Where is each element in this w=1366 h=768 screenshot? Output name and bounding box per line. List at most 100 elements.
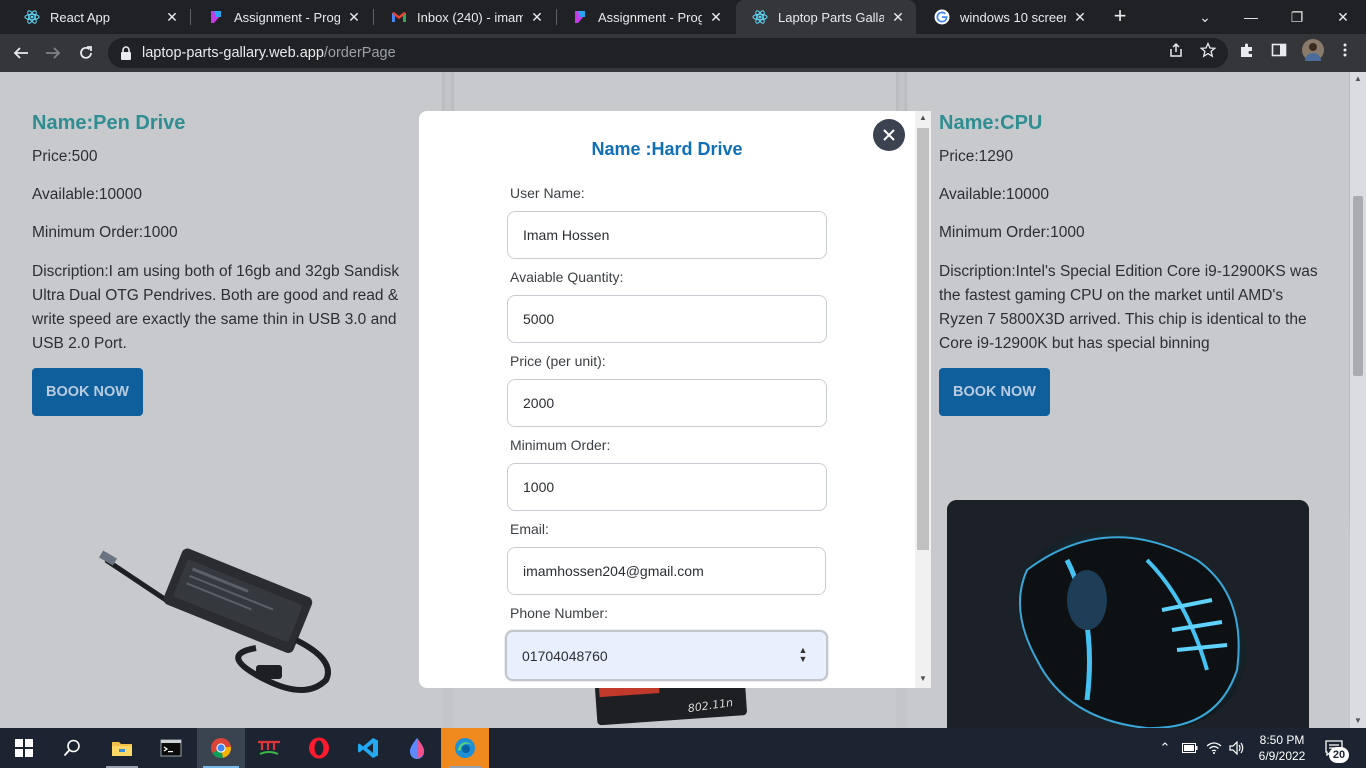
phone-label: Phone Number: bbox=[510, 605, 609, 621]
browser-toolbar: laptop-parts-gallary.web.app/orderPage bbox=[0, 34, 1366, 72]
tab-assignment-1[interactable]: Assignment - Program ✕ bbox=[192, 0, 372, 34]
tab-laptop-parts-gallary[interactable]: Laptop Parts Gallary ✕ bbox=[736, 0, 916, 34]
minimum-order-input[interactable]: 1000 bbox=[507, 463, 827, 511]
book-now-button[interactable]: BOOK NOW bbox=[939, 368, 1050, 416]
file-explorer-button[interactable] bbox=[98, 728, 146, 768]
scrollbar-thumb[interactable] bbox=[1353, 196, 1363, 376]
user-name-input[interactable]: Imam Hossen bbox=[507, 211, 827, 259]
taskbar-clock[interactable]: 8:50 PM 6/9/2022 bbox=[1250, 732, 1314, 764]
volume-icon[interactable] bbox=[1227, 728, 1247, 768]
tab-close-icon[interactable]: ✕ bbox=[890, 9, 906, 26]
search-icon bbox=[63, 739, 80, 757]
product-price: Price:500 bbox=[32, 148, 98, 165]
charger-image bbox=[99, 548, 331, 693]
share-icon[interactable] bbox=[1167, 41, 1185, 59]
clock-time: 8:50 PM bbox=[1259, 733, 1305, 747]
modal-close-button[interactable] bbox=[873, 119, 905, 151]
bookmark-star-icon[interactable] bbox=[1199, 41, 1217, 59]
modal-scrollbar-thumb[interactable] bbox=[917, 128, 929, 550]
react-icon bbox=[24, 9, 40, 25]
tab-title: windows 10 screensho bbox=[960, 9, 1066, 25]
tab-inbox[interactable]: Inbox (240) - imamho ✕ bbox=[375, 0, 555, 34]
edge-button[interactable] bbox=[441, 728, 489, 768]
product-price: Price:1290 bbox=[939, 148, 1014, 165]
minimize-button[interactable]: — bbox=[1228, 0, 1274, 34]
vscode-button[interactable] bbox=[344, 728, 392, 768]
reload-button[interactable] bbox=[73, 40, 99, 66]
user-name-label: User Name: bbox=[510, 185, 585, 201]
product-description: Discription:Intel's Special Edition Core… bbox=[939, 263, 1318, 352]
product-name: Name:Pen Drive bbox=[32, 112, 186, 134]
tab-assignment-2[interactable]: Assignment - Program ✕ bbox=[556, 0, 734, 34]
bijoy-keyboard-icon bbox=[258, 740, 280, 755]
tab-windows-screenshot[interactable]: windows 10 screensho ✕ bbox=[918, 0, 1098, 34]
close-icon bbox=[883, 129, 895, 141]
tab-close-icon[interactable]: ✕ bbox=[1072, 9, 1088, 26]
scroll-down-arrow-icon[interactable]: ▼ bbox=[915, 672, 931, 686]
phone-input[interactable]: 01704048760 ▲ ▼ bbox=[505, 630, 828, 681]
search-button[interactable] bbox=[48, 728, 96, 768]
page-scrollbar[interactable]: ▲ ▼ bbox=[1350, 72, 1366, 728]
bijoy-button[interactable] bbox=[245, 728, 293, 768]
clock-date: 6/9/2022 bbox=[1258, 749, 1306, 763]
phone-value: 01704048760 bbox=[522, 647, 608, 664]
quantity-input[interactable]: 5000 bbox=[507, 295, 827, 343]
product-min-order: Minimum Order:1000 bbox=[32, 224, 178, 241]
notification-count-badge: 20 bbox=[1329, 747, 1349, 763]
number-spinner-icon[interactable]: ▲ ▼ bbox=[798, 646, 808, 664]
terminal-button[interactable] bbox=[147, 728, 195, 768]
battery-icon[interactable] bbox=[1180, 728, 1200, 768]
opera-icon bbox=[309, 737, 329, 759]
product-card-charger bbox=[0, 460, 442, 728]
lock-icon bbox=[120, 46, 134, 60]
gmail-icon bbox=[391, 9, 407, 25]
new-tab-button[interactable]: + bbox=[1108, 4, 1132, 28]
scroll-down-arrow-icon[interactable]: ▼ bbox=[1350, 714, 1366, 728]
email-input[interactable]: imamhossen204@gmail.com bbox=[507, 547, 826, 595]
price-input[interactable]: 2000 bbox=[507, 379, 827, 427]
chrome-icon bbox=[211, 738, 232, 759]
product-available: Available:10000 bbox=[32, 186, 143, 203]
book-now-button[interactable]: BOOK NOW bbox=[32, 368, 143, 416]
restore-button[interactable]: ❐ bbox=[1274, 0, 1320, 34]
url-path: /orderPage bbox=[323, 45, 396, 61]
product-min-order: Minimum Order:1000 bbox=[939, 224, 1085, 241]
modal-scrollbar[interactable]: ▲ ▼ bbox=[915, 111, 931, 688]
browser-tab-strip: React App ✕ Assignment - Program ✕ Inbox… bbox=[0, 0, 1366, 34]
tab-react-app[interactable]: React App ✕ bbox=[8, 0, 190, 34]
paint-drop-icon bbox=[409, 738, 425, 759]
tab-title: Laptop Parts Gallary bbox=[778, 9, 884, 25]
close-window-button[interactable]: ✕ bbox=[1320, 0, 1366, 34]
windows-taskbar: ⌃ 8:50 PM 6/9/2022 20 bbox=[0, 728, 1366, 768]
opera-button[interactable] bbox=[295, 728, 343, 768]
tab-title: Assignment - Program bbox=[234, 9, 340, 25]
quantity-label: Avaiable Quantity: bbox=[510, 269, 624, 285]
terminal-icon bbox=[160, 739, 182, 757]
tray-overflow-chevron-icon[interactable]: ⌃ bbox=[1156, 728, 1174, 768]
tab-title: Inbox (240) - imamho bbox=[417, 9, 523, 25]
extensions-icon[interactable] bbox=[1238, 41, 1256, 59]
address-bar[interactable]: laptop-parts-gallary.web.app/orderPage bbox=[108, 38, 1228, 68]
scroll-up-arrow-icon[interactable]: ▲ bbox=[915, 111, 931, 125]
more-menu-icon[interactable] bbox=[1336, 41, 1354, 59]
tab-close-icon[interactable]: ✕ bbox=[708, 9, 724, 26]
tab-close-icon[interactable]: ✕ bbox=[164, 9, 180, 26]
back-button[interactable] bbox=[8, 40, 34, 66]
forward-button[interactable] bbox=[40, 40, 66, 66]
avatar[interactable] bbox=[1302, 39, 1324, 61]
folder-icon bbox=[112, 742, 132, 756]
order-modal: Name :Hard Drive User Name: Imam Hossen … bbox=[419, 111, 931, 688]
wifi-icon[interactable] bbox=[1204, 728, 1224, 768]
chrome-button[interactable] bbox=[197, 728, 245, 768]
start-button[interactable] bbox=[0, 728, 48, 768]
product-available: Available:10000 bbox=[939, 186, 1050, 203]
scroll-up-arrow-icon[interactable]: ▲ bbox=[1350, 72, 1366, 86]
paint-3d-button[interactable] bbox=[393, 728, 441, 768]
tab-search-button[interactable]: ⌄ bbox=[1182, 0, 1228, 34]
react-icon bbox=[752, 9, 768, 25]
price-label: Price (per unit): bbox=[510, 353, 606, 369]
tab-close-icon[interactable]: ✕ bbox=[346, 9, 362, 26]
tab-close-icon[interactable]: ✕ bbox=[529, 9, 545, 26]
side-panel-icon[interactable] bbox=[1270, 41, 1288, 59]
product-description: Discription:I am using both of 16gb and … bbox=[32, 263, 400, 352]
